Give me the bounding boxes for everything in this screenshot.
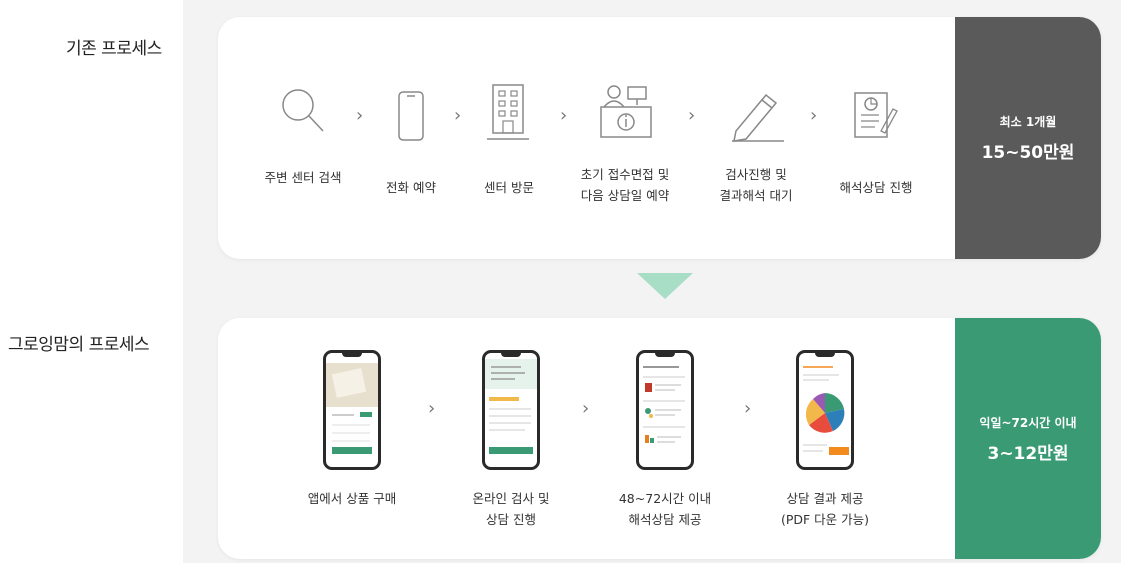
phone-test-screen	[482, 350, 540, 470]
step-label: 상담 결과 제공	[786, 491, 864, 506]
app-screen	[485, 359, 537, 454]
report-icon	[854, 92, 898, 138]
existing-step-3: 센터 방문	[466, 177, 552, 198]
step-label: 다음 상담일 예약	[580, 188, 670, 203]
step-label: 초기 접수면접 및	[580, 167, 670, 182]
step-label: 해석상담 제공	[628, 512, 702, 527]
existing-step-1: 주변 센터 검색	[243, 167, 363, 188]
phone-notch	[501, 353, 521, 357]
step-arrow: ›	[688, 105, 696, 126]
step-label: 앱에서 상품 구매	[307, 491, 397, 506]
growing-step-2: 온라인 검사 및 상담 진행	[441, 488, 581, 530]
step-arrow: ›	[454, 105, 462, 126]
app-screen	[643, 366, 685, 443]
step-arrow: ›	[560, 105, 568, 126]
step-label: 해석상담 진행	[839, 180, 913, 195]
step-label: 온라인 검사 및	[472, 491, 550, 506]
step-arrow: ›	[810, 105, 818, 126]
growing-process-card: › › › 앱에서 상품 구매 온라인 검사 및 상담 진행 48~72시간 이…	[218, 318, 1101, 559]
phone-icon	[398, 91, 424, 141]
reception-desk-icon	[600, 85, 652, 138]
phone-shop-screen	[323, 350, 381, 470]
phone-notch	[655, 353, 675, 357]
growing-step-4: 상담 결과 제공 (PDF 다운 가능)	[755, 488, 895, 530]
search-icon	[282, 89, 324, 132]
pencil-icon	[732, 93, 784, 142]
app-screen	[326, 363, 378, 454]
growing-process-label: 그로잉맘의 프로세스	[8, 335, 150, 355]
existing-step-4: 초기 접수면접 및 다음 상담일 예약	[563, 164, 687, 206]
existing-process-label: 기존 프로세스	[66, 39, 162, 59]
step-arrow: ›	[744, 398, 752, 419]
step-arrow: ›	[582, 398, 590, 419]
step-arrow: ›	[428, 398, 436, 419]
existing-step-6: 해석상담 진행	[822, 177, 930, 198]
step-label: 상담 진행	[486, 512, 536, 527]
existing-cost-box: 최소 1개월 15~50만원	[955, 17, 1101, 259]
app-screen	[803, 366, 849, 455]
growing-cost-box: 익일~72시간 이내 3~12만원	[955, 318, 1101, 559]
cost-price: 15~50만원	[981, 143, 1075, 163]
existing-step-2: 전화 예약	[366, 177, 456, 198]
phone-list-screen	[636, 350, 694, 470]
phone-notch	[342, 353, 362, 357]
phone-chart-screen	[796, 350, 854, 470]
step-label: 주변 센터 검색	[264, 170, 342, 185]
cost-period: 익일~72시간 이내	[979, 415, 1077, 430]
growing-step-3: 48~72시간 이내 해석상담 제공	[595, 488, 735, 530]
step-arrow: ›	[356, 105, 364, 126]
step-label: 검사진행 및	[725, 167, 787, 182]
down-arrow-icon	[637, 273, 693, 299]
existing-process-card: › › › › › 주변 센터 검색 전화 예약 센터 방문 초기 접수면접 및…	[218, 17, 1101, 259]
step-label: 센터 방문	[484, 180, 534, 195]
growing-step-1: 앱에서 상품 구매	[282, 488, 422, 509]
phone-notch	[815, 353, 835, 357]
cost-period: 최소 1개월	[999, 115, 1057, 129]
step-label: 48~72시간 이내	[618, 491, 712, 506]
existing-step-5: 검사진행 및 결과해석 대기	[698, 164, 814, 206]
cost-price: 3~12만원	[987, 443, 1069, 464]
building-icon	[487, 84, 529, 140]
step-label: (PDF 다운 가능)	[780, 512, 870, 527]
step-label: 전화 예약	[386, 180, 436, 195]
step-label: 결과해석 대기	[719, 188, 793, 203]
